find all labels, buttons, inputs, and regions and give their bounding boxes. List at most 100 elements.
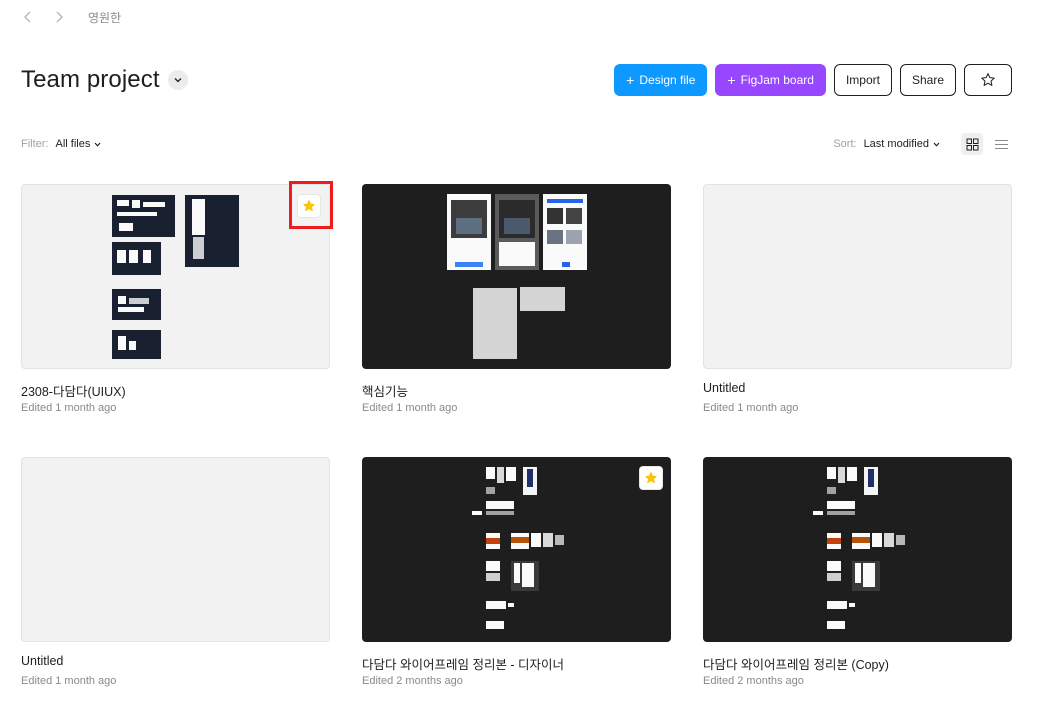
thumbnail-frame: [813, 511, 823, 515]
chevron-down-icon: [174, 78, 182, 83]
thumbnail-frame: [547, 230, 563, 244]
thumbnail-frame: [527, 469, 533, 487]
thumbnail-frame: [117, 250, 126, 263]
new-design-file-button[interactable]: + Design file: [614, 64, 708, 96]
thumbnail-frame: [486, 573, 500, 581]
file-thumbnail[interactable]: [362, 184, 671, 369]
thumbnail-frame: [827, 467, 836, 479]
star-icon: [981, 73, 995, 86]
file-card[interactable]: 다담다 와이어프레임 정리본 (Copy) Edited 2 months ag…: [703, 457, 1012, 689]
thumbnail-frame: [118, 307, 144, 312]
favorite-project-button[interactable]: [964, 64, 1012, 96]
file-thumbnail[interactable]: [703, 184, 1012, 369]
thumbnail-frame: [547, 199, 583, 203]
thumbnail-frame: [555, 535, 564, 545]
file-name[interactable]: 2308-다담다(UIUX): [21, 381, 330, 399]
thumbnail-frame: [193, 237, 204, 259]
thumbnail-frame: [456, 218, 482, 234]
sort-dropdown[interactable]: Last modified: [864, 138, 940, 150]
thumbnail-frame: [896, 535, 905, 545]
thumbnail-frame: [566, 230, 582, 244]
thumbnail-frame: [827, 487, 836, 494]
import-button[interactable]: Import: [833, 64, 892, 96]
thumbnail-frame: [497, 467, 504, 483]
file-name[interactable]: 다담다 와이어프레임 정리본 - 디자이너: [362, 654, 671, 672]
thumbnail-frame: [486, 501, 514, 509]
chevron-left-icon[interactable]: [20, 10, 34, 24]
new-figjam-board-button[interactable]: + FigJam board: [715, 64, 826, 96]
file-thumbnail[interactable]: [21, 184, 330, 369]
thumbnail-frame: [472, 511, 482, 515]
thumbnail-frame: [486, 467, 495, 479]
thumbnail-frame: [855, 563, 861, 583]
sort-label: Sort:: [833, 138, 857, 150]
thumbnail-frame: [838, 467, 845, 483]
thumbnail-frame: [118, 296, 126, 304]
thumbnail-frame: [827, 538, 841, 544]
file-thumbnail[interactable]: [362, 457, 671, 642]
thumbnail-frame: [486, 538, 500, 544]
filter-label: Filter:: [21, 138, 49, 150]
file-card[interactable]: 2308-다담다(UIUX) Edited 1 month ago: [21, 184, 330, 416]
thumbnail-frame: [192, 199, 205, 235]
thumbnail-frame: [847, 467, 857, 481]
filter-value: All files: [55, 138, 91, 150]
thumbnail-frame: [117, 212, 157, 216]
page-title: Team project: [21, 66, 160, 93]
file-edited-time: Edited 1 month ago: [21, 402, 117, 414]
file-name[interactable]: 핵심기능: [362, 381, 671, 399]
grid-view-button[interactable]: [961, 133, 983, 155]
file-name[interactable]: 다담다 와이어프레임 정리본 (Copy): [703, 654, 1012, 672]
thumbnail-frame: [504, 218, 530, 234]
chevron-down-icon: [94, 142, 101, 147]
favorite-toggle[interactable]: [297, 194, 321, 218]
sort-control: Sort: Last modified: [833, 132, 1012, 156]
project-menu-button[interactable]: [167, 70, 188, 90]
file-thumbnail[interactable]: [21, 457, 330, 642]
list-view-button[interactable]: [990, 133, 1012, 155]
thumbnail-frame: [547, 208, 563, 224]
thumbnail-frame: [486, 511, 514, 515]
thumbnail-frame: [455, 262, 483, 267]
file-card[interactable]: Untitled Edited 1 month ago: [703, 184, 1012, 416]
thumbnail-frame: [827, 511, 855, 515]
thumbnail-frame: [119, 223, 133, 231]
sort-value: Last modified: [863, 138, 929, 150]
thumbnail-frame: [117, 200, 129, 206]
thumbnail-frame: [143, 250, 151, 263]
thumbnail-frame: [522, 563, 534, 587]
file-card[interactable]: 핵심기능 Edited 1 month ago: [362, 184, 671, 416]
file-edited-time: Edited 1 month ago: [21, 675, 117, 687]
filter-dropdown[interactable]: All files: [56, 138, 102, 150]
file-card[interactable]: Untitled Edited 1 month ago: [21, 457, 330, 689]
thumbnail-frame: [473, 288, 517, 359]
thumbnail-frame: [566, 208, 582, 224]
chevron-right-icon[interactable]: [52, 10, 66, 24]
thumbnail-frame: [508, 603, 514, 607]
thumbnail-frame: [112, 289, 161, 320]
plus-icon: +: [727, 72, 736, 88]
thumbnail-frame: [849, 603, 855, 607]
top-navigation: 영원한: [20, 8, 121, 26]
thumbnail-frame: [129, 298, 149, 304]
thumbnail-frame: [486, 621, 504, 629]
share-button[interactable]: Share: [899, 64, 956, 96]
thumbnail-frame: [520, 287, 565, 311]
header-actions: + Design file + FigJam board Import Shar…: [606, 64, 1012, 96]
thumbnail-frame: [486, 487, 495, 494]
file-card[interactable]: 다담다 와이어프레임 정리본 - 디자이너 Edited 2 months ag…: [362, 457, 671, 689]
favorite-toggle[interactable]: [639, 466, 663, 490]
thumbnail-frame: [543, 533, 553, 547]
thumbnail-frame: [514, 563, 520, 583]
figjam-label: FigJam board: [740, 73, 814, 87]
file-name[interactable]: Untitled: [21, 654, 330, 670]
breadcrumb[interactable]: 영원한: [88, 9, 121, 26]
thumbnail-frame: [129, 341, 136, 350]
thumbnail-frame: [486, 561, 500, 571]
file-thumbnail[interactable]: [703, 457, 1012, 642]
page-header: Team project: [21, 64, 188, 96]
thumbnail-frame: [827, 573, 841, 581]
file-edited-time: Edited 2 months ago: [703, 675, 804, 687]
grid-view-icon: [966, 138, 978, 150]
file-name[interactable]: Untitled: [703, 381, 1012, 397]
